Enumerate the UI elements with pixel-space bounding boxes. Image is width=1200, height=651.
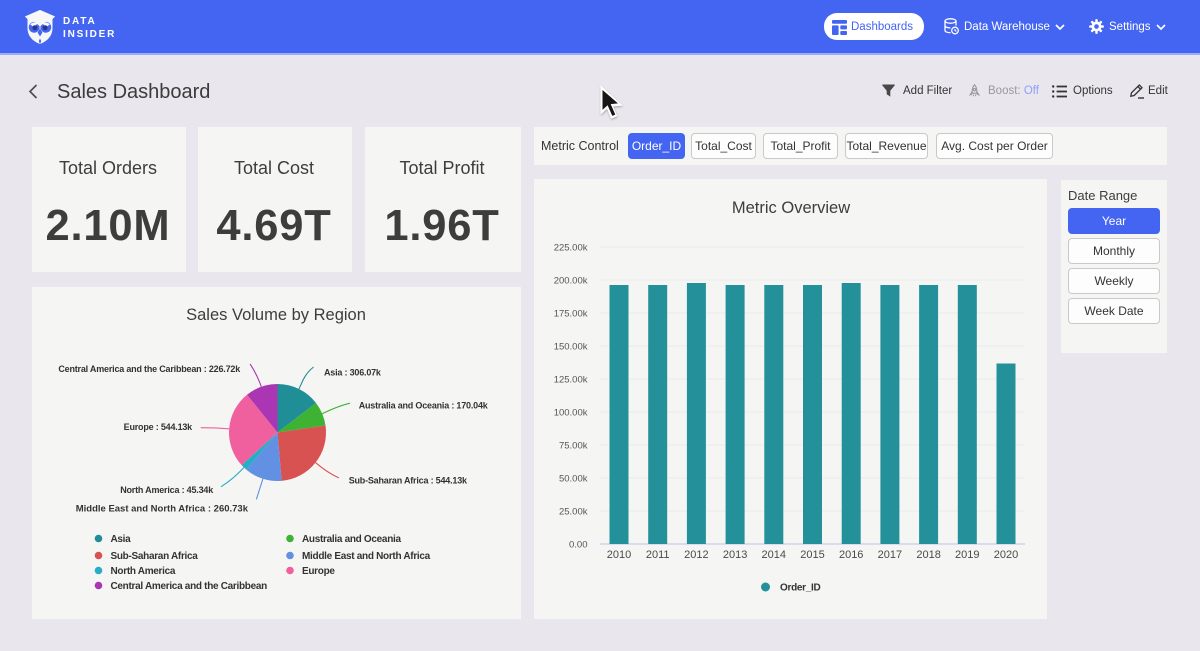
svg-text:2017: 2017: [878, 549, 902, 561]
svg-text:Order_ID: Order_ID: [780, 583, 820, 594]
svg-text:2012: 2012: [684, 549, 708, 561]
svg-text:Middle East and North Africa :: Middle East and North Africa : 260.73k: [76, 504, 249, 515]
svg-text:2019: 2019: [955, 549, 979, 561]
svg-text:Asia: Asia: [111, 534, 132, 545]
svg-text:175.00k: 175.00k: [554, 309, 588, 320]
svg-text:25.00k: 25.00k: [559, 507, 588, 518]
svg-text:2010: 2010: [607, 549, 631, 561]
svg-text:Central America and the Caribb: Central America and the Caribbean: [111, 581, 268, 592]
svg-text:125.00k: 125.00k: [554, 375, 588, 386]
svg-text:100.00k: 100.00k: [554, 408, 588, 419]
svg-text:Europe : 544.13k: Europe : 544.13k: [124, 422, 194, 432]
svg-text:150.00k: 150.00k: [554, 342, 588, 353]
svg-text:2013: 2013: [723, 549, 747, 561]
svg-text:Middle East and North Africa: Middle East and North Africa: [302, 551, 431, 562]
svg-text:North America : 45.34k: North America : 45.34k: [120, 485, 214, 495]
svg-text:Australia and Oceania: Australia and Oceania: [302, 534, 401, 545]
svg-text:North America: North America: [111, 566, 176, 577]
svg-text:2015: 2015: [800, 549, 824, 561]
svg-text:50.00k: 50.00k: [559, 474, 588, 485]
svg-text:Europe: Europe: [302, 566, 335, 577]
svg-text:2020: 2020: [994, 549, 1018, 561]
svg-text:75.00k: 75.00k: [559, 441, 588, 452]
svg-text:Sales Volume by Region: Sales Volume by Region: [186, 306, 366, 324]
svg-text:200.00k: 200.00k: [554, 276, 588, 287]
svg-text:Central America and the Caribb: Central America and the Caribbean : 226.…: [58, 364, 241, 374]
svg-text:225.00k: 225.00k: [554, 243, 588, 254]
svg-text:Asia : 306.07k: Asia : 306.07k: [324, 368, 382, 378]
svg-text:Sub-Saharan Africa : 544.13k: Sub-Saharan Africa : 544.13k: [349, 476, 468, 486]
svg-text:2018: 2018: [916, 549, 940, 561]
svg-text:Sub-Saharan Africa: Sub-Saharan Africa: [111, 551, 199, 562]
svg-text:2011: 2011: [646, 549, 670, 561]
svg-text:Metric Overview: Metric Overview: [732, 199, 850, 217]
svg-text:Australia and Oceania : 170.04: Australia and Oceania : 170.04k: [359, 401, 489, 411]
svg-text:0.00: 0.00: [569, 540, 588, 551]
svg-text:2016: 2016: [839, 549, 863, 561]
svg-text:2014: 2014: [762, 549, 786, 561]
